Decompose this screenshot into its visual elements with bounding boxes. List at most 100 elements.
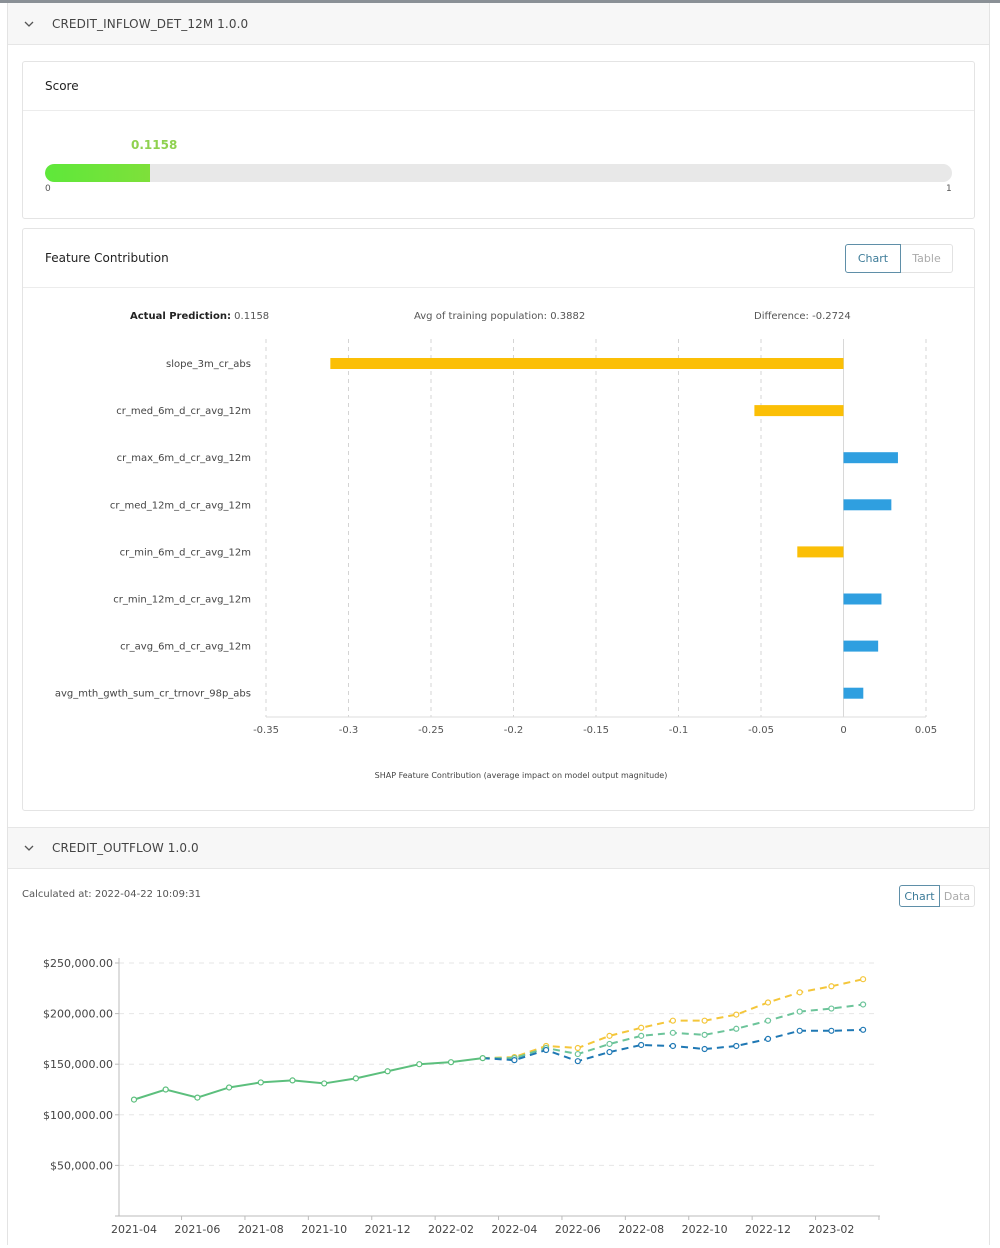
- x-tick-label: 2021-06: [174, 1223, 220, 1236]
- data-point: [352, 1075, 359, 1082]
- x-tick-label: 2021-10: [301, 1223, 347, 1236]
- x-tick-label: 0: [840, 725, 846, 736]
- feature-bar: [797, 546, 844, 558]
- x-tick-label: -0.3: [339, 725, 359, 736]
- data-point: [606, 1048, 613, 1056]
- data-point: [638, 1024, 645, 1031]
- feature-contribution-title: Feature Contribution: [23, 229, 974, 288]
- feature-bar: [843, 452, 898, 464]
- feature-label: cr_avg_6m_d_cr_avg_12m: [120, 642, 251, 653]
- data-point: [701, 1031, 708, 1038]
- shap-bar-chart: -0.35 -0.3 -0.25 -0.2 -0.15 -0.1 -0.05 0 0.05 slo…: [55, 339, 937, 780]
- score-card: Score 0.1158 0 1: [22, 61, 975, 219]
- section-title: CREDIT_INFLOW_DET_12M 1.0.0: [52, 16, 249, 31]
- data-point: [542, 1046, 550, 1054]
- chart-table-toggle: Chart Table: [845, 244, 953, 273]
- score-value: 0.1158: [131, 138, 178, 152]
- y-tick-label: $200,000.00: [43, 1008, 113, 1021]
- data-point: [257, 1079, 264, 1086]
- feature-bar: [754, 405, 844, 417]
- data-point: [321, 1080, 328, 1087]
- score-min-label: 0: [45, 184, 51, 194]
- score-progress-track: [45, 164, 952, 182]
- feature-contribution-card: Feature Contribution Chart Table Actual …: [22, 228, 975, 811]
- feature-label: cr_med_6m_d_cr_avg_12m: [116, 406, 251, 417]
- data-point: [447, 1059, 455, 1066]
- data-point: [162, 1086, 169, 1093]
- data-point: [289, 1077, 296, 1084]
- chevron-down-icon[interactable]: [22, 841, 36, 855]
- y-tick-label: $100,000.00: [43, 1109, 113, 1122]
- x-tick-label: 2022-10: [682, 1223, 728, 1236]
- data-point: [733, 1011, 740, 1018]
- x-tick-label: -0.15: [583, 725, 609, 736]
- table-toggle-button[interactable]: Table: [901, 244, 953, 273]
- x-tick-label: 0.05: [915, 725, 937, 736]
- x-tick-label: -0.2: [504, 725, 524, 736]
- x-tick-label: -0.05: [748, 725, 774, 736]
- score-card-title: Score: [23, 62, 974, 111]
- data-point: [194, 1094, 201, 1101]
- data-point: [796, 1027, 803, 1034]
- data-point: [796, 1008, 803, 1015]
- credit-outflow-line-chart: $50,000.00 $100,000.00 $150,000.00 $200,000…: [43, 957, 880, 1236]
- data-point: [828, 1027, 835, 1034]
- data-point: [511, 1057, 518, 1064]
- x-tick-label: 2022-02: [428, 1223, 474, 1236]
- x-tick-label: 2021-12: [365, 1223, 411, 1236]
- feature-label: cr_med_12m_d_cr_avg_12m: [110, 500, 251, 511]
- feature-label: slope_3m_cr_abs: [166, 359, 251, 370]
- section-header-credit-outflow[interactable]: CREDIT_OUTFLOW 1.0.0: [8, 827, 989, 869]
- x-tick-label: 2023-02: [808, 1223, 854, 1236]
- data-point: [384, 1068, 391, 1075]
- data-point: [226, 1084, 233, 1091]
- data-point: [574, 1050, 581, 1058]
- data-point: [859, 976, 867, 983]
- feature-bar: [843, 499, 892, 511]
- x-tick-label: 2022-08: [618, 1223, 664, 1236]
- data-toggle-button[interactable]: Data: [940, 885, 975, 907]
- data-point: [796, 989, 803, 996]
- feature-bar: [843, 687, 864, 699]
- chart-toggle-button[interactable]: Chart: [845, 244, 901, 273]
- data-point: [638, 1032, 645, 1039]
- feature-label: cr_min_6m_d_cr_avg_12m: [120, 547, 251, 558]
- model-results-panel: CREDIT_INFLOW_DET_12M 1.0.0 Score 0.1158…: [7, 3, 990, 1245]
- feature-bar: [843, 640, 879, 652]
- series-line: [133, 1057, 483, 1101]
- data-point: [416, 1061, 423, 1068]
- data-point: [130, 1096, 138, 1103]
- x-tick-label: -0.25: [418, 725, 444, 736]
- feature-bar: [843, 593, 882, 605]
- calculated-at: Calculated at: 2022-04-22 10:09:31: [22, 889, 202, 900]
- data-point: [733, 1025, 740, 1032]
- data-point: [859, 1001, 867, 1008]
- data-point: [828, 983, 835, 990]
- chevron-down-icon[interactable]: [22, 17, 36, 31]
- y-tick-label: $50,000.00: [50, 1159, 113, 1172]
- data-point: [479, 1055, 486, 1062]
- data-point: [669, 1042, 677, 1050]
- data-point: [638, 1041, 645, 1049]
- data-point: [764, 999, 772, 1006]
- data-point: [733, 1042, 740, 1050]
- chart-toggle-button[interactable]: Chart: [899, 885, 940, 907]
- score-max-label: 1: [946, 184, 952, 194]
- x-axis-title: SHAP Feature Contribution (average impac…: [375, 771, 668, 780]
- x-tick-label: 2021-08: [238, 1223, 284, 1236]
- data-point: [669, 1029, 677, 1036]
- data-point: [606, 1032, 613, 1039]
- score-progress-fill: [45, 164, 151, 182]
- chart-data-toggle: Chart Data: [899, 885, 975, 907]
- data-point: [764, 1035, 772, 1043]
- data-point: [669, 1017, 677, 1024]
- x-tick-label: -0.35: [253, 725, 279, 736]
- feature-label: cr_min_12m_d_cr_avg_12m: [113, 595, 251, 606]
- data-point: [606, 1040, 613, 1048]
- section-header-credit-inflow[interactable]: CREDIT_INFLOW_DET_12M 1.0.0: [8, 3, 989, 45]
- data-point: [574, 1044, 581, 1052]
- data-point: [828, 1005, 835, 1012]
- x-tick-label: 2022-12: [745, 1223, 791, 1236]
- x-tick-label: 2022-04: [491, 1223, 537, 1236]
- x-tick-label: 2022-06: [555, 1223, 601, 1236]
